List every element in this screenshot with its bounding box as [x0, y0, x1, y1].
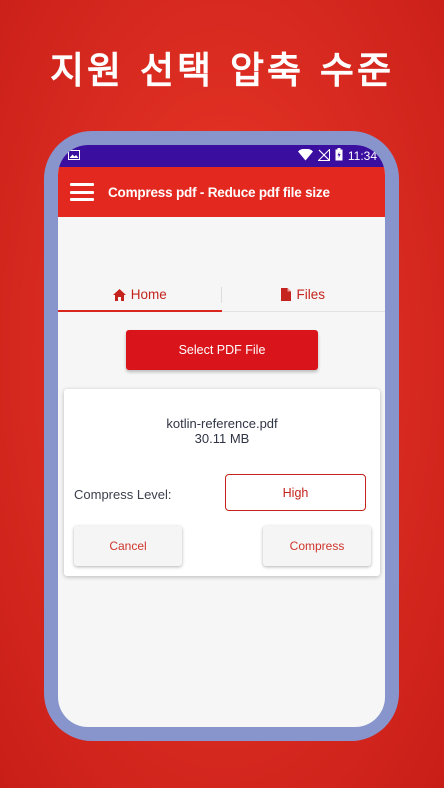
compress-level-label: Compress Level: — [74, 487, 172, 502]
compress-level-select[interactable]: High — [225, 474, 366, 511]
tab-home-label: Home — [130, 287, 167, 302]
compress-button[interactable]: Compress — [263, 526, 371, 566]
tab-home[interactable]: Home — [58, 278, 222, 312]
image-icon — [68, 149, 80, 163]
home-icon — [112, 288, 126, 301]
select-pdf-button[interactable]: Select PDF File — [126, 330, 318, 370]
phone-frame: 11:34 Compress pdf - Reduce pdf file siz… — [44, 131, 399, 741]
promo-title: 지원 선택 압축 수준 — [50, 49, 394, 92]
status-time: 11:34 — [347, 149, 377, 163]
hamburger-menu-icon[interactable] — [70, 183, 94, 201]
phone-screen: 11:34 Compress pdf - Reduce pdf file siz… — [58, 145, 385, 727]
file-icon — [281, 288, 292, 301]
app-title: Compress pdf - Reduce pdf file size — [108, 184, 330, 200]
no-signal-icon — [317, 147, 330, 164]
tab-bar: Home Files — [58, 278, 385, 312]
status-bar: 11:34 — [58, 145, 385, 167]
tab-files-label: Files — [296, 287, 325, 302]
battery-icon — [335, 148, 343, 164]
cancel-button[interactable]: Cancel — [74, 526, 182, 566]
wifi-icon — [297, 148, 313, 164]
file-card: kotlin-reference.pdf 30.11 MB Compress L… — [64, 389, 380, 576]
tab-files[interactable]: Files — [222, 278, 386, 311]
app-bar: Compress pdf - Reduce pdf file size — [58, 167, 385, 217]
file-size: 30.11 MB — [194, 431, 250, 446]
file-name: kotlin-reference.pdf — [166, 416, 278, 431]
